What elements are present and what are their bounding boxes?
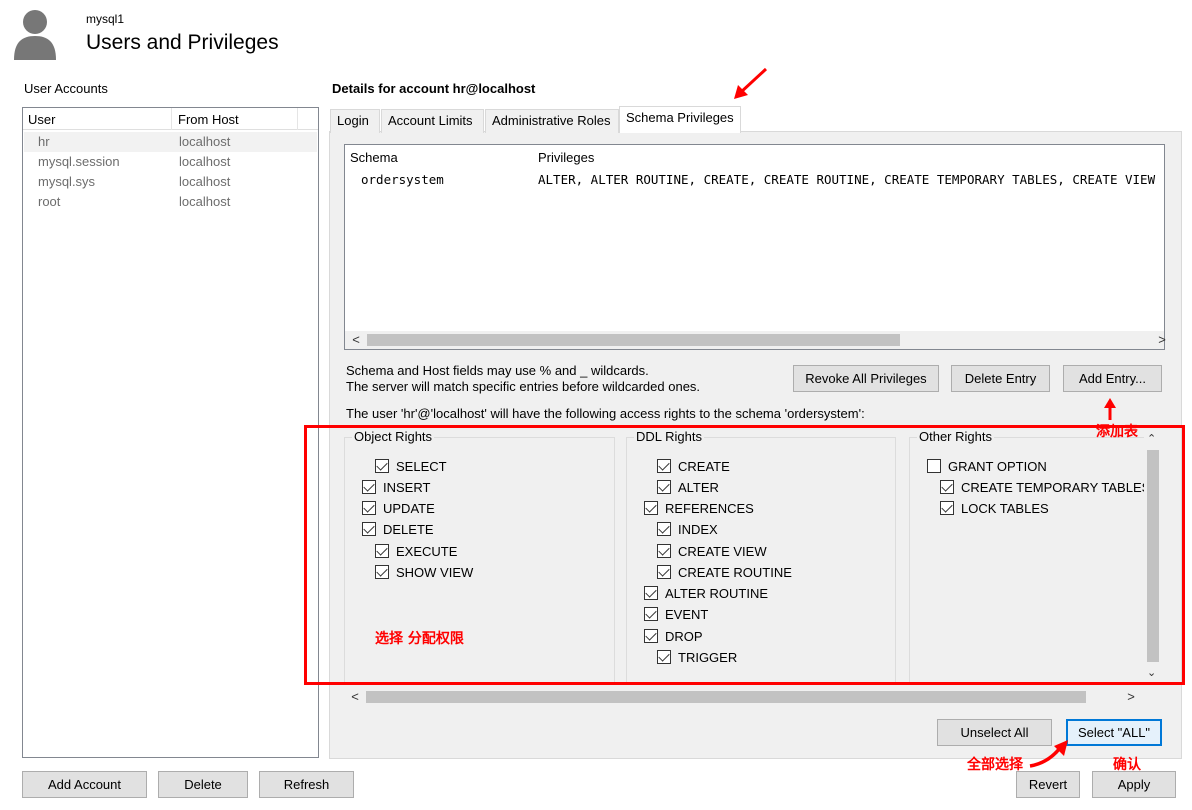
account-user: mysql.session bbox=[38, 154, 120, 169]
annotation-select-all: 全部选择 bbox=[967, 757, 1023, 773]
column-privileges[interactable]: Privileges bbox=[538, 150, 594, 165]
user-avatar-icon bbox=[14, 10, 56, 60]
grid-privileges-cell: ALTER, ALTER ROUTINE, CREATE, CREATE ROU… bbox=[538, 172, 1156, 187]
scroll-left-icon[interactable]: < bbox=[347, 331, 365, 349]
scroll-right-icon[interactable]: > bbox=[1122, 688, 1140, 706]
annotation-arrow-icon bbox=[1104, 398, 1116, 420]
account-host: localhost bbox=[179, 194, 231, 209]
grid-row[interactable]: ordersystem ALTER, ALTER ROUTINE, CREATE… bbox=[345, 169, 1164, 191]
scroll-left-icon[interactable]: < bbox=[346, 688, 364, 706]
select-all-button[interactable]: Select "ALL" bbox=[1066, 719, 1162, 746]
revoke-all-privileges-button[interactable]: Revoke All Privileges bbox=[793, 365, 939, 392]
account-user: root bbox=[38, 194, 61, 209]
user-accounts-label: User Accounts bbox=[24, 81, 108, 96]
column-user[interactable]: User bbox=[28, 112, 55, 127]
annotation-arrow-icon bbox=[734, 67, 768, 99]
delete-entry-button[interactable]: Delete Entry bbox=[951, 365, 1050, 392]
column-from-host[interactable]: From Host bbox=[178, 112, 239, 127]
grid-horizontal-scrollbar[interactable]: < > bbox=[345, 331, 1166, 349]
tab-administrative-roles[interactable]: Administrative Roles bbox=[485, 109, 619, 133]
account-row-root[interactable]: root localhost bbox=[24, 192, 317, 212]
add-entry-button[interactable]: Add Entry... bbox=[1063, 365, 1162, 392]
account-host: localhost bbox=[179, 174, 231, 189]
wildcard-hint-line2: The server will match specific entries b… bbox=[346, 379, 701, 394]
rights-horizontal-scrollbar[interactable]: < > bbox=[344, 688, 1142, 706]
account-user: mysql.sys bbox=[38, 174, 96, 189]
connection-name: mysql1 bbox=[86, 12, 125, 26]
account-row-mysql-sys[interactable]: mysql.sys localhost bbox=[24, 172, 317, 192]
scroll-right-icon[interactable]: > bbox=[1153, 331, 1171, 349]
schema-privileges-grid[interactable]: Schema Privileges ordersystem ALTER, ALT… bbox=[344, 144, 1166, 350]
wildcard-hint-line1: Schema and Host fields may use % and _ w… bbox=[346, 363, 649, 378]
tab-account-limits[interactable]: Account Limits bbox=[381, 109, 484, 133]
add-account-button[interactable]: Add Account bbox=[22, 771, 147, 798]
user-accounts-header: User From Host bbox=[23, 108, 318, 130]
annotation-select-assign: 选择 分配权限 bbox=[375, 631, 464, 647]
account-host: localhost bbox=[179, 154, 231, 169]
grid-schema-cell: ordersystem bbox=[361, 172, 444, 187]
account-row-mysql-session[interactable]: mysql.session localhost bbox=[24, 152, 317, 172]
apply-button[interactable]: Apply bbox=[1092, 771, 1176, 798]
user-accounts-list[interactable]: User From Host hr localhost mysql.sessio… bbox=[22, 107, 319, 758]
account-row-hr[interactable]: hr localhost bbox=[24, 132, 317, 152]
column-schema[interactable]: Schema bbox=[350, 150, 398, 165]
scrollbar-thumb[interactable] bbox=[366, 691, 1086, 703]
tab-login[interactable]: Login bbox=[330, 109, 380, 133]
scrollbar-thumb[interactable] bbox=[367, 334, 900, 346]
page-title: Users and Privileges bbox=[86, 31, 279, 54]
delete-account-button[interactable]: Delete bbox=[158, 771, 248, 798]
access-rights-description: The user 'hr'@'localhost' will have the … bbox=[346, 406, 865, 421]
details-title: Details for account hr@localhost bbox=[332, 81, 536, 96]
tab-schema-privileges[interactable]: Schema Privileges bbox=[619, 106, 741, 133]
account-user: hr bbox=[38, 134, 50, 149]
revert-button[interactable]: Revert bbox=[1016, 771, 1080, 798]
refresh-button[interactable]: Refresh bbox=[259, 771, 354, 798]
annotation-arrow-icon bbox=[1029, 740, 1068, 768]
account-host: localhost bbox=[179, 134, 231, 149]
annotation-add-table: 添加表 bbox=[1096, 424, 1138, 440]
grid-header: Schema Privileges bbox=[345, 145, 1164, 169]
annotation-confirm: 确认 bbox=[1113, 757, 1141, 773]
